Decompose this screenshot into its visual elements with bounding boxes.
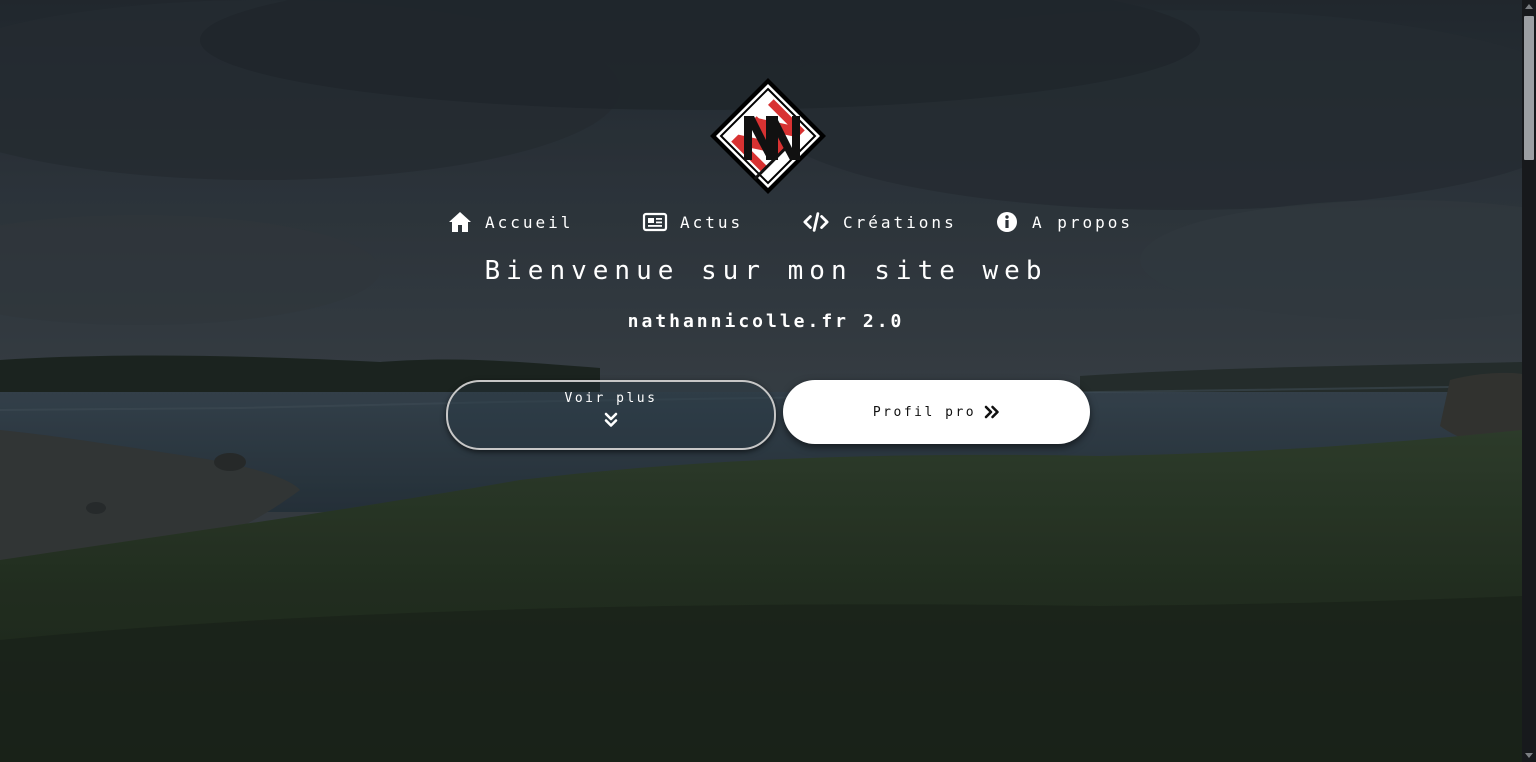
nav-item-a-propos[interactable]: A propos (994, 206, 1133, 238)
newspaper-icon (642, 209, 668, 235)
voir-plus-button[interactable]: Voir plus (446, 380, 776, 450)
site-subtitle: nathannicolle.fr 2.0 (627, 311, 905, 332)
vertical-scrollbar[interactable] (1522, 0, 1536, 762)
nav-item-creations[interactable]: Créations (803, 206, 957, 238)
double-chevron-down-icon (604, 412, 618, 427)
viewport: Accueil Actus Créations A propos Bienven… (0, 0, 1536, 762)
profil-pro-label: Profil pro (872, 404, 977, 420)
scroll-thumb[interactable] (1524, 16, 1534, 160)
main-navigation: Accueil Actus Créations A propos (0, 206, 1522, 238)
info-icon (994, 209, 1020, 235)
nav-item-actus[interactable]: Actus (642, 206, 743, 238)
nav-item-label: Créations (843, 212, 957, 232)
site-logo[interactable] (708, 76, 828, 196)
nav-item-label: Accueil (485, 212, 574, 232)
nav-item-label: A propos (1032, 212, 1134, 232)
voir-plus-label: Voir plus (564, 391, 658, 406)
scroll-up-arrow-icon[interactable] (1525, 4, 1533, 9)
nav-item-accueil[interactable]: Accueil (447, 206, 573, 238)
page-title: Bienvenue sur mon site web (484, 256, 1048, 286)
home-icon (447, 209, 473, 235)
double-chevron-right-icon (984, 405, 999, 419)
logo-diamond-icon (710, 78, 826, 194)
code-icon (803, 209, 829, 235)
scroll-down-arrow-icon[interactable] (1525, 753, 1533, 758)
nav-item-label: Actus (680, 212, 744, 232)
profil-pro-button[interactable]: Profil pro (783, 380, 1090, 444)
